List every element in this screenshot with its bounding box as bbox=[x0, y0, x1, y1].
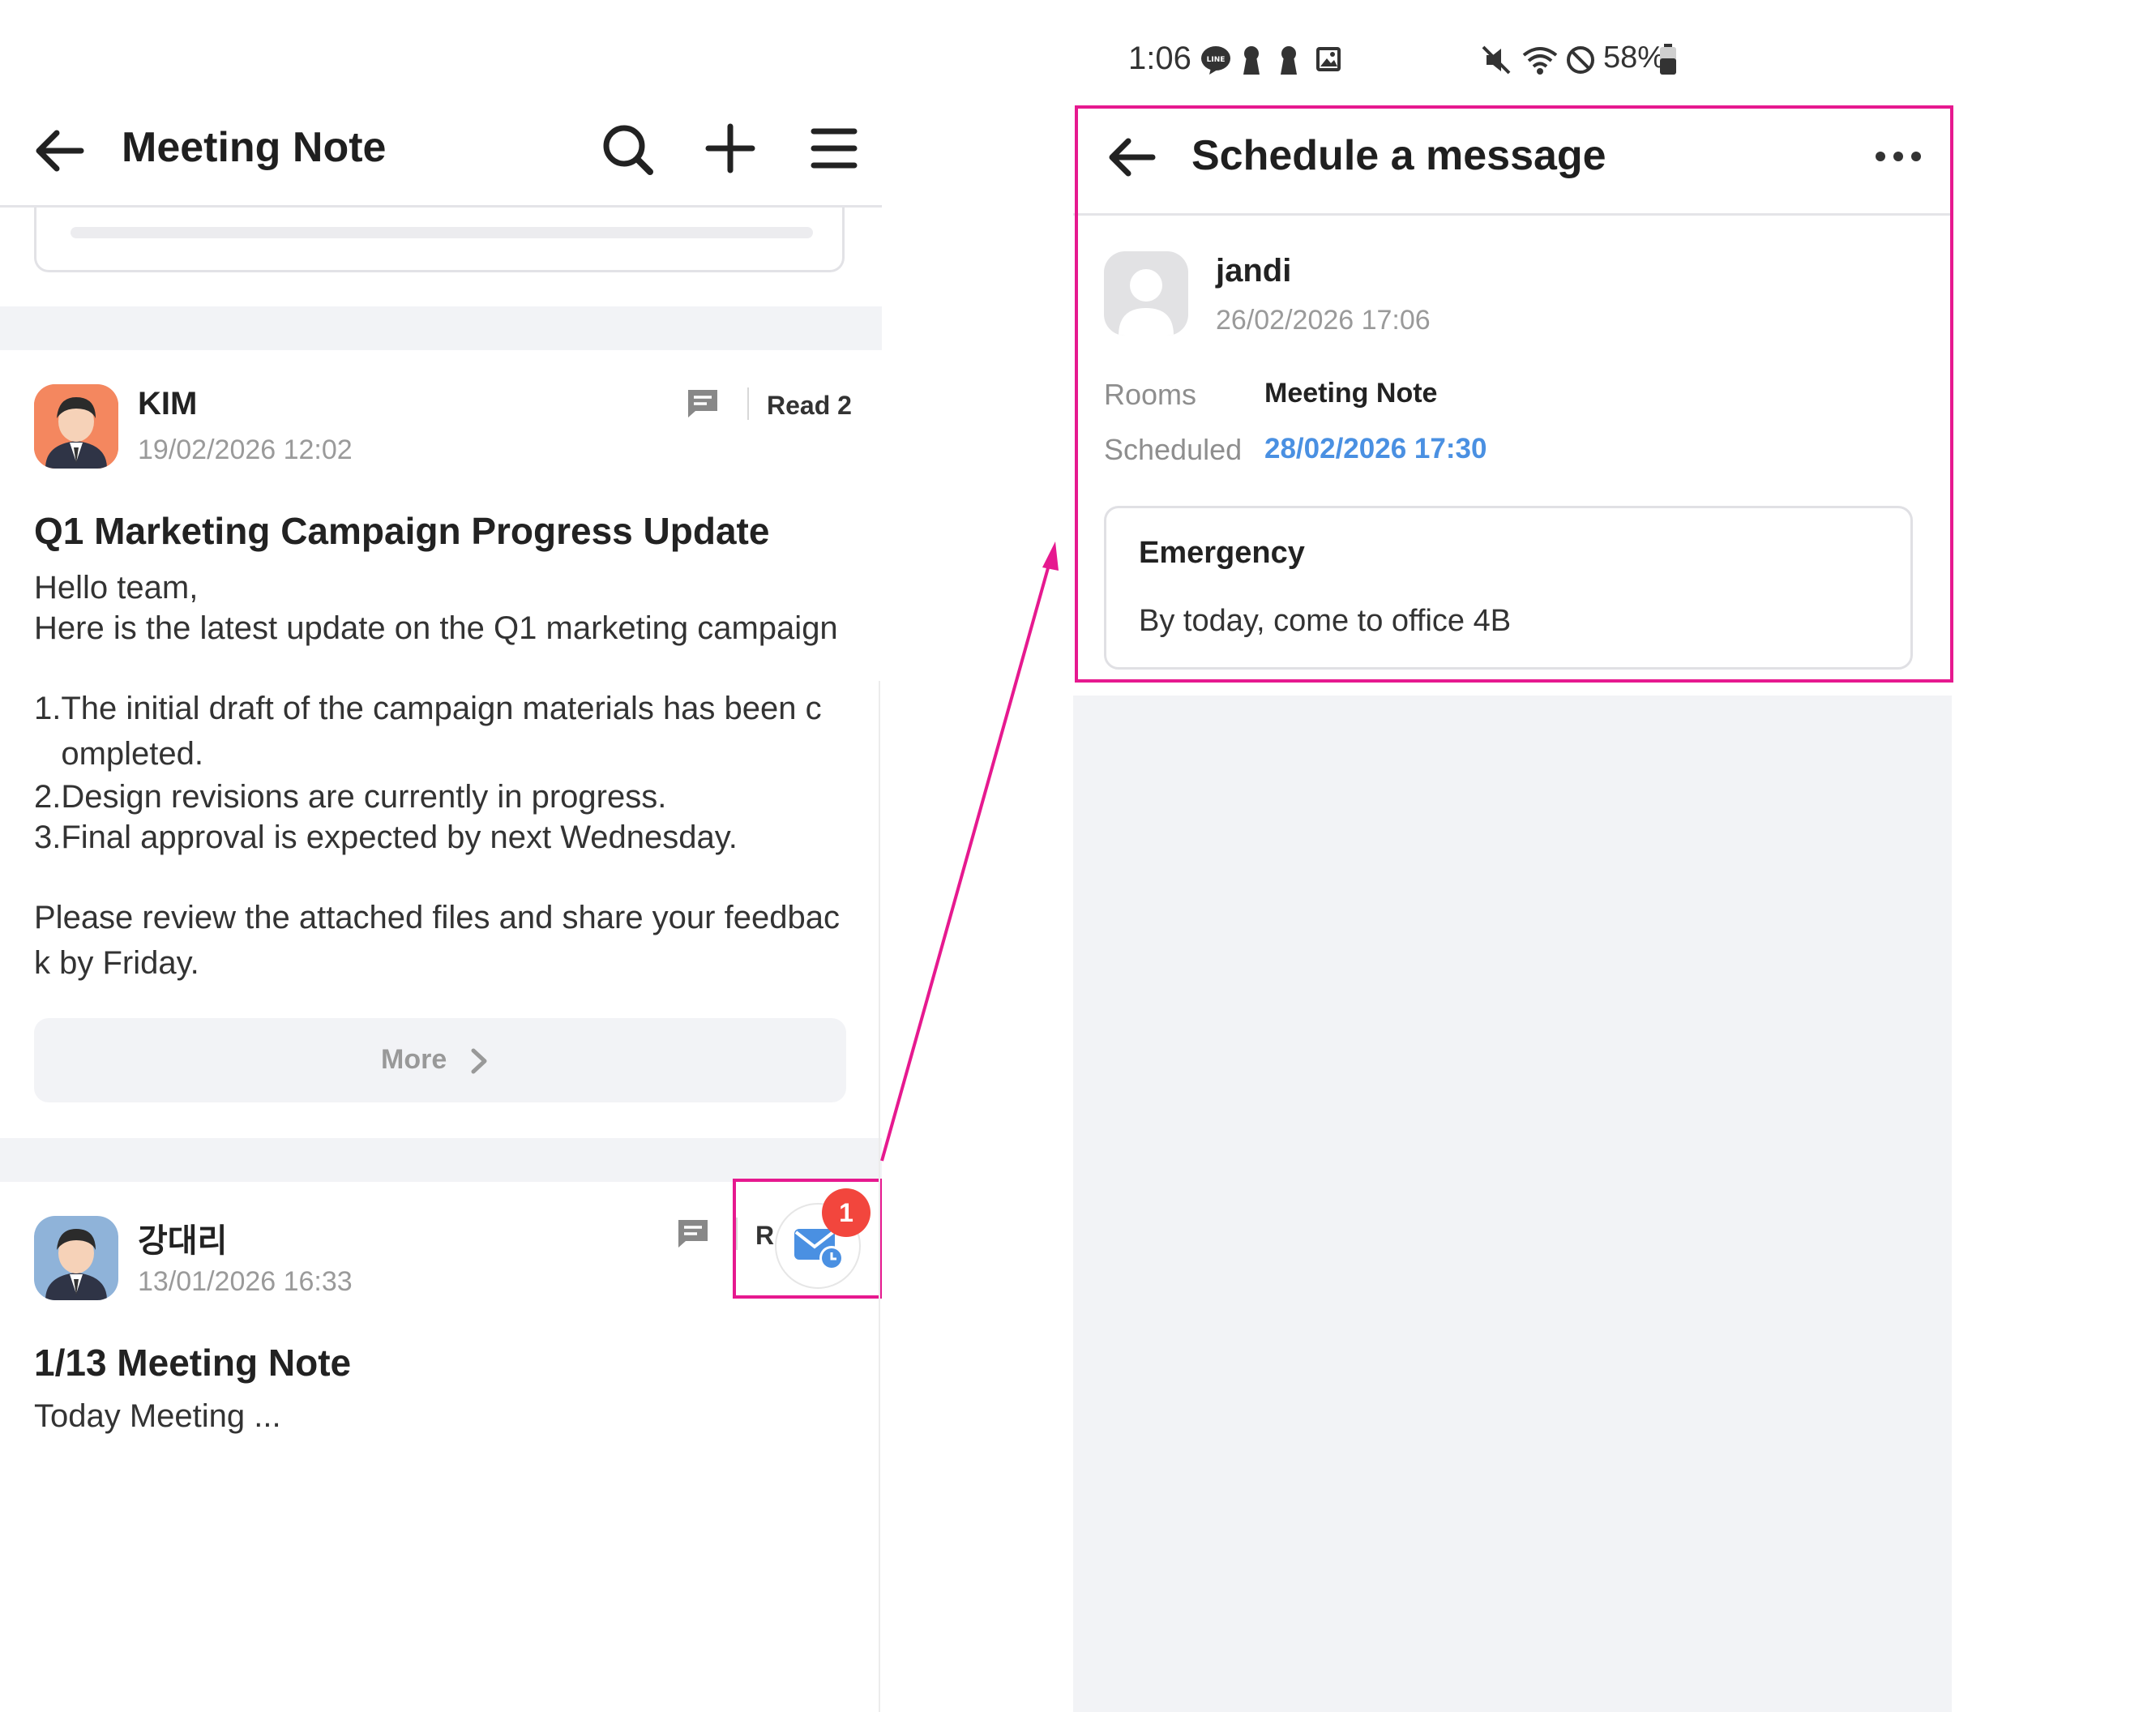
page-title: Meeting Note bbox=[122, 124, 387, 171]
post-title: 1/13 Meeting Note bbox=[34, 1342, 352, 1384]
comment-icon[interactable] bbox=[676, 1218, 710, 1250]
body-line: k by Friday. bbox=[34, 945, 199, 981]
body-line: 3.Final approval is expected by next Wed… bbox=[34, 820, 738, 855]
status-time: 1:06 bbox=[1128, 41, 1191, 76]
status-bar: 1:06 LINE 58% bbox=[1078, 32, 1970, 89]
avatar[interactable] bbox=[34, 384, 118, 469]
body-line: ompleted. bbox=[34, 736, 204, 772]
author-name: KIM bbox=[138, 386, 198, 422]
author-name: 강대리 bbox=[138, 1223, 228, 1259]
avatar[interactable] bbox=[34, 1216, 118, 1300]
more-button[interactable]: More bbox=[34, 1018, 846, 1102]
mute-icon bbox=[1480, 44, 1512, 76]
svg-text:LINE: LINE bbox=[1207, 56, 1226, 64]
wifi-icon bbox=[1522, 44, 1558, 76]
left-app-bar: Meeting Note bbox=[0, 97, 882, 208]
post-separator bbox=[0, 306, 882, 350]
highlight-box-schedule-panel bbox=[1075, 105, 1953, 683]
body-line: Please review the attached files and sha… bbox=[34, 900, 840, 935]
body-line: Hello team, bbox=[34, 570, 199, 606]
post-title: Q1 Marketing Campaign Progress Update bbox=[34, 510, 770, 552]
body-line: 2.Design revisions are currently in prog… bbox=[34, 779, 667, 815]
do-not-disturb-icon bbox=[1564, 44, 1597, 76]
post-date: 19/02/2026 12:02 bbox=[138, 434, 353, 465]
back-arrow-icon[interactable] bbox=[32, 123, 88, 178]
body-line: Here is the latest update on the Q1 mark… bbox=[34, 610, 838, 646]
more-label: More bbox=[381, 1044, 447, 1075]
battery-percent: 58% bbox=[1603, 41, 1666, 75]
gallery-icon bbox=[1315, 45, 1342, 73]
post-date: 13/01/2026 16:33 bbox=[138, 1266, 353, 1297]
keyhole-icon bbox=[1240, 44, 1263, 76]
keyhole-icon bbox=[1277, 44, 1300, 76]
previous-post-card bbox=[34, 208, 845, 272]
post-body: Hello team, Here is the latest update on… bbox=[34, 567, 869, 986]
body-line: 1.The initial draft of the campaign mate… bbox=[34, 691, 822, 726]
body-line bbox=[34, 648, 869, 686]
panel-divider bbox=[879, 681, 880, 1712]
post-separator bbox=[0, 1138, 882, 1182]
divider bbox=[747, 387, 749, 420]
menu-icon[interactable] bbox=[811, 125, 858, 172]
chevron-right-icon bbox=[468, 1047, 490, 1075]
highlight-box-scheduled-button bbox=[733, 1179, 882, 1299]
read-count[interactable]: Read 2 bbox=[767, 391, 852, 421]
meeting-note-screen: Meeting Note KIM 19/02/2026 12:02 Read 2… bbox=[0, 0, 883, 1712]
previous-post-bar bbox=[71, 227, 813, 238]
post-preview: Today Meeting ... bbox=[34, 1398, 281, 1434]
line-app-icon: LINE bbox=[1200, 44, 1232, 76]
search-icon[interactable] bbox=[600, 122, 657, 178]
battery-icon bbox=[1658, 42, 1678, 76]
add-icon[interactable] bbox=[704, 122, 757, 175]
comment-icon[interactable] bbox=[686, 387, 720, 420]
body-line bbox=[34, 858, 869, 895]
empty-area bbox=[1073, 696, 1952, 1712]
